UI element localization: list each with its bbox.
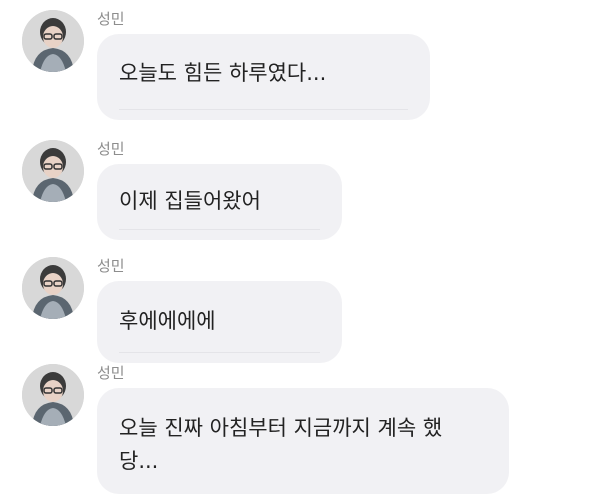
message-text-line-1: 오늘 진짜 아침부터 지금까지 계속 했 [119, 416, 443, 440]
sender-name: 성민 [97, 10, 125, 28]
message-bubble[interactable]: 이제 집들어왔어 [97, 164, 342, 240]
chat-thread: 성민 오늘도 힘든 하루였다... 성민 이제 집들어왔어 성민 후에에에에 성… [0, 0, 608, 498]
message-bubble[interactable]: 오늘 진짜 아침부터 지금까지 계속 했 당... [97, 388, 509, 494]
profile-photo-icon[interactable] [22, 10, 84, 72]
bubble-divider [119, 229, 320, 230]
bubble-divider [119, 352, 320, 353]
message-text: 오늘도 힘든 하루였다... [119, 61, 327, 85]
message-text-line-2: 당... [119, 449, 159, 473]
chat-message: 성민 오늘 진짜 아침부터 지금까지 계속 했 당... [0, 364, 608, 498]
message-text: 후에에에에 [119, 309, 216, 333]
profile-photo-icon[interactable] [22, 257, 84, 319]
chat-message: 성민 오늘도 힘든 하루였다... [0, 10, 608, 122]
bubble-divider [119, 109, 408, 110]
chat-message: 성민 이제 집들어왔어 [0, 140, 608, 244]
chat-message: 성민 후에에에에 [0, 257, 608, 369]
profile-photo-icon[interactable] [22, 140, 84, 202]
sender-name: 성민 [97, 364, 125, 382]
message-bubble[interactable]: 후에에에에 [97, 281, 342, 363]
message-bubble[interactable]: 오늘도 힘든 하루였다... [97, 34, 430, 120]
profile-photo-icon[interactable] [22, 364, 84, 426]
sender-name: 성민 [97, 140, 125, 158]
sender-name: 성민 [97, 257, 125, 275]
message-text: 이제 집들어왔어 [119, 189, 261, 213]
